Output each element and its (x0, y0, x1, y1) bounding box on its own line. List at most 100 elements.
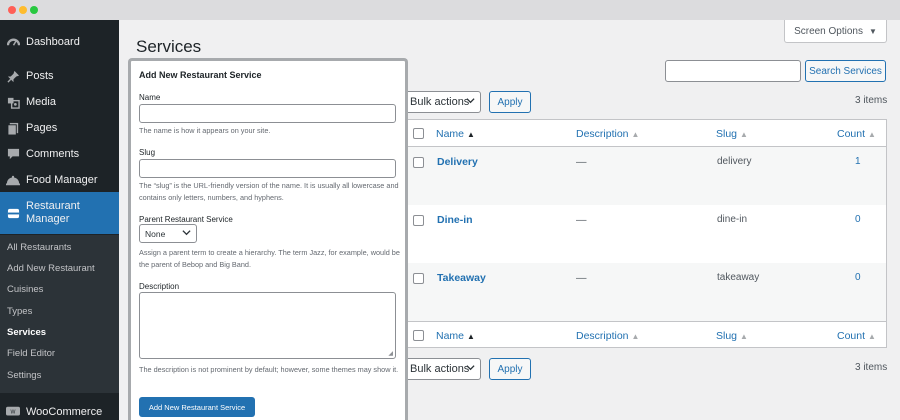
sidebar-item-label: Food Manager (26, 174, 98, 186)
description-help-text: The description is not prominent by defa… (139, 365, 399, 374)
slug-input[interactable] (139, 159, 396, 178)
submenu-add-new-restaurant[interactable]: Add New Restaurant (7, 263, 95, 274)
chevron-down-icon (466, 96, 475, 107)
sort-icon: ▲ (740, 332, 748, 341)
row-checkbox[interactable] (413, 215, 424, 226)
window-titlebar (0, 0, 900, 20)
bulk-actions-label: Bulk actions (410, 363, 470, 375)
submenu-cuisines[interactable]: Cuisines (7, 284, 43, 295)
slug-help-text: The “slug” is the URL-friendly version o… (139, 181, 399, 202)
sidebar-item-label: Posts (26, 70, 54, 82)
sidebar-item-label: Comments (26, 148, 80, 160)
apply-button-top[interactable]: Apply (489, 91, 531, 113)
sidebar-item-restaurant-manager[interactable]: Restaurant Manager (0, 192, 119, 234)
caret-down-icon: ▼ (869, 26, 877, 36)
sidebar-item-media[interactable]: Media (0, 89, 119, 115)
admin-sidebar: Dashboard Posts Media Pages Comments Foo… (0, 20, 119, 420)
term-count-link[interactable]: 0 (855, 214, 861, 225)
restaurant-manager-icon (6, 206, 20, 220)
slug-label: Slug (139, 148, 156, 157)
terms-table: Name ▲ Description ▲ Slug ▲ Count ▲ Delivery… (405, 119, 887, 348)
add-new-service-button[interactable]: Add New Restaurant Service (139, 397, 255, 417)
term-name-link[interactable]: Delivery (437, 156, 478, 168)
table-row: Takeaway — takeaway 0 (406, 263, 886, 321)
sidebar-item-label: Restaurant Manager (26, 200, 80, 225)
pin-icon (6, 69, 20, 83)
select-all-checkbox-bottom[interactable] (413, 330, 424, 341)
screen-options-label: Screen Options (794, 25, 863, 37)
term-description: — (576, 156, 587, 168)
parent-label: Parent Restaurant Service (139, 215, 233, 224)
svg-text:W: W (10, 409, 16, 415)
resize-handle-icon[interactable]: ◢ (388, 350, 393, 357)
name-input[interactable] (139, 104, 396, 123)
page-title: Services (136, 37, 202, 56)
close-window-button[interactable] (8, 6, 16, 14)
name-help-text: The name is how it appears on your site. (139, 126, 271, 135)
screen-options-button[interactable]: Screen Options ▼ (784, 20, 887, 43)
term-name-link[interactable]: Takeaway (437, 272, 486, 284)
bulk-actions-select-bottom[interactable]: Bulk actions (405, 358, 481, 380)
sort-icon: ▲ (467, 130, 475, 139)
apply-button-bottom[interactable]: Apply (489, 358, 531, 380)
sidebar-item-food-manager[interactable]: Food Manager (0, 167, 119, 193)
term-count-link[interactable]: 1 (855, 156, 861, 167)
submenu-field-editor[interactable]: Field Editor (7, 348, 55, 359)
bulk-actions-select-top[interactable]: Bulk actions (405, 91, 481, 113)
sort-icon: ▲ (868, 332, 876, 341)
search-services-button[interactable]: Search Services (805, 60, 886, 82)
submenu-settings[interactable]: Settings (7, 370, 41, 381)
table-header: Name ▲ Description ▲ Slug ▲ Count ▲ (406, 120, 886, 147)
search-input[interactable] (665, 60, 801, 82)
pages-icon (6, 121, 20, 135)
table-row: Dine-in — dine-in 0 (406, 205, 886, 263)
term-slug: takeaway (717, 272, 760, 283)
maximize-window-button[interactable] (30, 6, 38, 14)
sidebar-item-pages[interactable]: Pages (0, 115, 119, 141)
column-header-count[interactable]: Count ▲ (837, 128, 876, 140)
sidebar-item-dashboard[interactable]: Dashboard (0, 29, 119, 55)
sort-icon: ▲ (740, 130, 748, 139)
woocommerce-icon: W (6, 405, 20, 419)
sidebar-item-posts[interactable]: Posts (0, 63, 119, 89)
media-icon (6, 95, 20, 109)
term-slug: delivery (717, 156, 752, 167)
term-count-link[interactable]: 0 (855, 272, 861, 283)
column-footer-name[interactable]: Name ▲ (436, 330, 475, 342)
description-textarea[interactable]: ◢ (139, 292, 396, 359)
description-label: Description (139, 282, 180, 291)
sidebar-item-comments[interactable]: Comments (0, 141, 119, 167)
form-title: Add New Restaurant Service (139, 70, 262, 80)
parent-select[interactable]: None (139, 224, 197, 243)
sort-icon: ▲ (467, 332, 475, 341)
column-footer-description[interactable]: Description ▲ (576, 330, 639, 342)
submenu-types[interactable]: Types (7, 306, 32, 317)
column-footer-slug[interactable]: Slug ▲ (716, 330, 748, 342)
table-row: Delivery — delivery 1 (406, 147, 886, 205)
row-checkbox[interactable] (413, 273, 424, 284)
chevron-down-icon (466, 363, 475, 374)
column-header-description[interactable]: Description ▲ (576, 128, 639, 140)
minimize-window-button[interactable] (19, 6, 27, 14)
comments-icon (6, 147, 20, 161)
parent-select-value: None (145, 228, 166, 239)
submenu-services[interactable]: Services (7, 327, 46, 338)
term-description: — (576, 272, 587, 284)
sidebar-item-woocommerce[interactable]: W WooCommerce (0, 399, 119, 420)
sidebar-item-label: Dashboard (26, 36, 80, 48)
food-manager-icon (6, 173, 20, 187)
select-all-checkbox[interactable] (413, 128, 424, 139)
row-checkbox[interactable] (413, 157, 424, 168)
sort-icon: ▲ (631, 332, 640, 341)
column-header-slug[interactable]: Slug ▲ (716, 128, 748, 140)
term-name-link[interactable]: Dine-in (437, 214, 473, 226)
items-count-bottom: 3 items (855, 362, 888, 373)
sidebar-item-label: Pages (26, 122, 58, 134)
chevron-down-icon (182, 228, 191, 239)
table-footer: Name ▲ Description ▲ Slug ▲ Count ▲ (406, 321, 886, 348)
add-new-service-panel: Add New Restaurant Service Name The name… (128, 58, 408, 420)
column-header-name[interactable]: Name ▲ (436, 128, 475, 140)
submenu-all-restaurants[interactable]: All Restaurants (7, 242, 71, 253)
column-footer-count[interactable]: Count ▲ (837, 330, 876, 342)
bulk-actions-label: Bulk actions (410, 96, 470, 108)
